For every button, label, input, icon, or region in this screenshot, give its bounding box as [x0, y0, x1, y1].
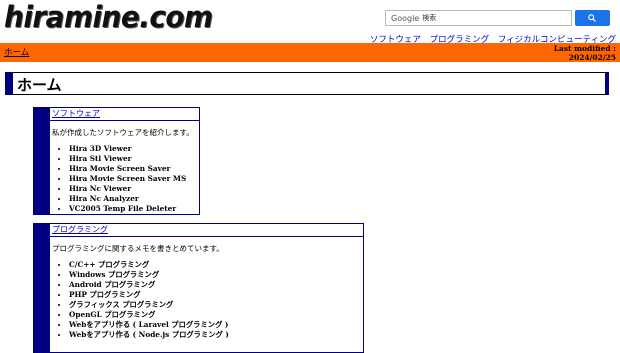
software-list: Hira 3D Viewer Hira Stl Viewer Hira Movi…: [50, 144, 199, 214]
search-icon: [588, 14, 597, 22]
section-heading-link-programming[interactable]: プログラミング: [52, 225, 108, 234]
list-item[interactable]: Webをアプリ作る ( Node.js プログラミング ): [69, 330, 363, 340]
section-heading-link-software[interactable]: ソフトウェア: [52, 109, 100, 118]
section-description: プログラミングに関するメモを書きとめています。: [52, 244, 224, 253]
list-item[interactable]: Hira Movie Screen Saver MS: [69, 174, 199, 184]
list-item[interactable]: Hira Stl Viewer: [69, 154, 199, 164]
search-button[interactable]: [574, 10, 610, 26]
list-item[interactable]: Hira 3D Viewer: [69, 144, 199, 154]
programming-list: C/C++ プログラミング Windows プログラミング Android プロ…: [50, 260, 363, 340]
section-programming: プログラミング プログラミングに関するメモを書きとめています。 C/C++ プロ…: [33, 223, 364, 353]
list-item[interactable]: Hira Nc Viewer: [69, 184, 199, 194]
breadcrumb-home[interactable]: ホーム: [4, 46, 29, 58]
list-item[interactable]: PHP プログラミング: [69, 290, 363, 300]
list-item[interactable]: Android プログラミング: [69, 280, 363, 290]
list-item[interactable]: C/C++ プログラミング: [69, 260, 363, 270]
list-item[interactable]: Windows プログラミング: [69, 270, 363, 280]
list-item[interactable]: OpenGL プログラミング: [69, 310, 363, 320]
search-input[interactable]: Google 検索: [385, 10, 572, 26]
last-modified-date: 2024/02/25: [568, 53, 616, 62]
list-item[interactable]: Hira Nc Analyzer: [69, 194, 199, 204]
section-heading: ソフトウェア: [50, 108, 199, 121]
breadcrumb-bar: ホーム Last modified : 2024/02/25: [0, 43, 620, 62]
section-description: 私が作成したソフトウェアを紹介します。: [52, 128, 194, 137]
list-item[interactable]: Hira Movie Screen Saver: [69, 164, 199, 174]
section-software: ソフトウェア 私が作成したソフトウェアを紹介します。 Hira 3D Viewe…: [33, 107, 200, 215]
page-title-box: ホーム: [5, 72, 609, 95]
last-modified: Last modified : 2024/02/25: [554, 44, 616, 62]
list-item[interactable]: グラフィックス プログラミング: [69, 300, 363, 310]
list-item[interactable]: Webをアプリ作る ( Laravel プログラミング ): [69, 320, 363, 330]
last-modified-label: Last modified :: [553, 44, 616, 53]
page-title: ホーム: [17, 76, 62, 94]
google-search: Google 検索: [385, 10, 610, 26]
google-brand-label: Google: [391, 13, 420, 23]
section-heading: プログラミング: [50, 224, 363, 237]
site-logo[interactable]: hiramine.com: [4, 0, 213, 34]
list-item[interactable]: VC2005 Temp File Deleter: [69, 204, 199, 214]
search-placeholder: 検索: [422, 14, 437, 22]
